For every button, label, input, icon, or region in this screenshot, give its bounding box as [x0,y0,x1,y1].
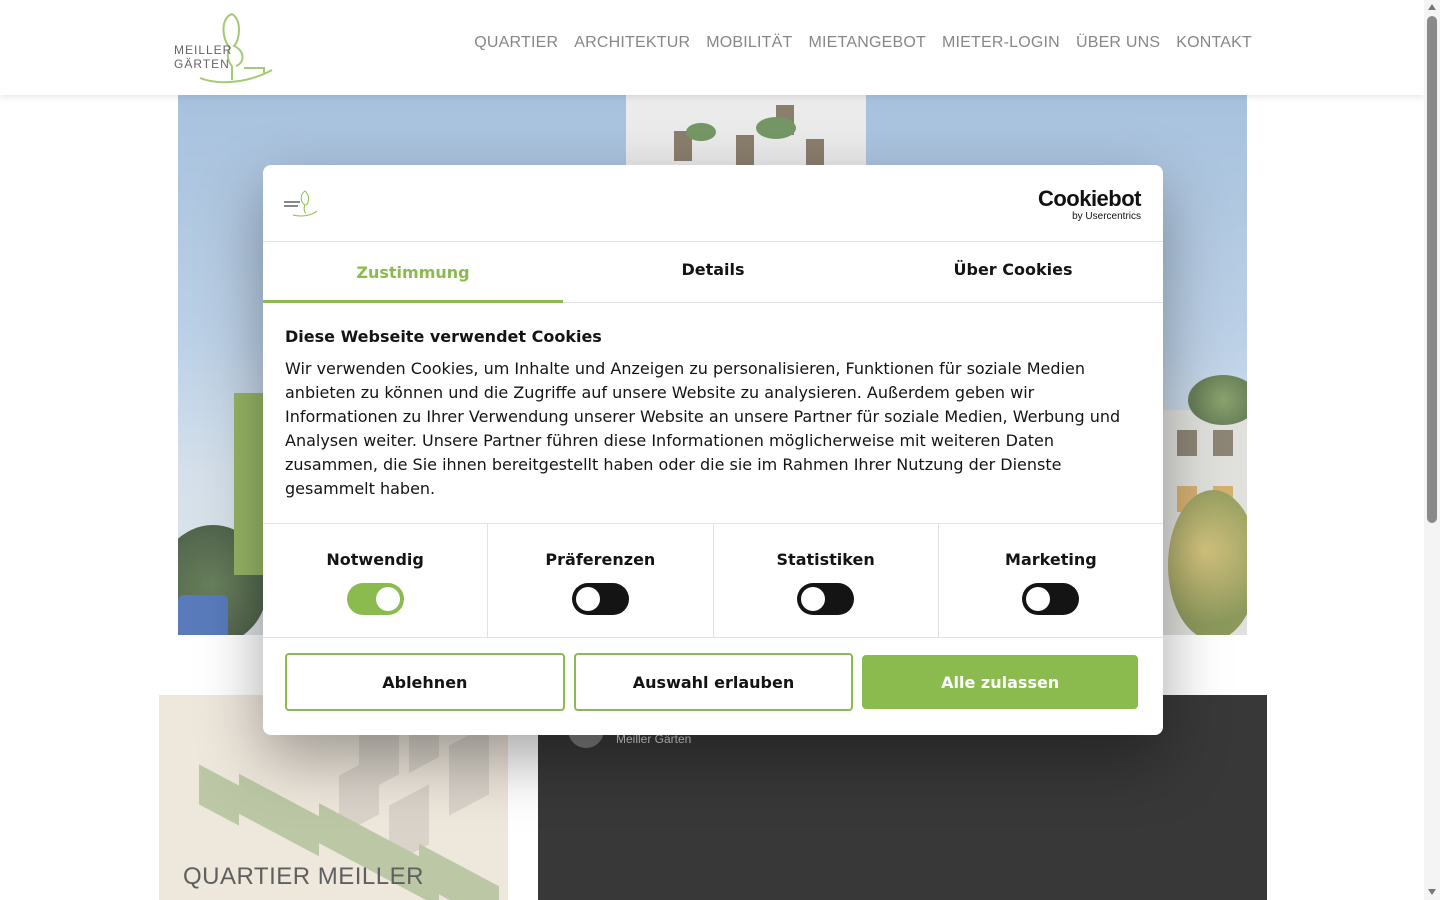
cookie-tabs: Zustimmung Details Über Cookies [263,242,1163,303]
scroll-up-arrow-icon[interactable] [1428,4,1436,10]
cookie-description: Diese Webseite verwendet Cookies Wir ver… [263,303,1163,524]
toggle-praeferenzen[interactable] [571,583,629,615]
toggle-group-statistiken: Statistiken [714,524,939,637]
toggle-label-statistiken: Statistiken [776,550,875,569]
toggle-label-praeferenzen: Präferenzen [545,550,656,569]
toggle-group-notwendig: Notwendig [263,524,489,637]
scroll-down-arrow-icon[interactable] [1428,889,1436,895]
toggle-notwendig[interactable] [346,583,404,615]
cookie-dialog-title: Diese Webseite verwendet Cookies [285,327,602,346]
tab-details[interactable]: Details [563,242,863,302]
page-scrollbar[interactable] [1424,0,1440,900]
cookie-consent-dialog: Cookiebot by Usercentrics Zustimmung Det… [263,165,1163,735]
toggle-knob [575,587,600,611]
site-logo-small-icon [284,190,318,217]
decline-button[interactable]: Ablehnen [285,653,565,711]
toggle-knob [801,587,826,611]
cookie-dialog-text: Wir verwenden Cookies, um Inhalte und An… [285,359,1121,498]
toggle-group-praeferenzen: Präferenzen [488,524,714,637]
cookie-action-buttons: Ablehnen Auswahl erlauben Alle zulassen [263,638,1163,711]
page: MEILLER GÄRTEN QUARTIER ARCHITEKTUR MOBI… [0,0,1440,900]
toggle-statistiken[interactable] [797,583,855,615]
toggle-label-notwendig: Notwendig [326,550,424,569]
allow-selection-button[interactable]: Auswahl erlauben [573,653,854,711]
tab-ueber-cookies[interactable]: Über Cookies [863,242,1163,302]
toggle-label-marketing: Marketing [1005,550,1097,569]
toggle-marketing[interactable] [1022,583,1080,615]
cookie-category-toggles: Notwendig Präferenzen Statistiken Market… [263,524,1163,638]
toggle-knob [1026,587,1051,611]
toggle-knob [375,587,400,611]
tab-zustimmung[interactable]: Zustimmung [263,242,563,303]
cookiebot-logo[interactable]: Cookiebot by Usercentrics [1037,186,1142,223]
toggle-group-marketing: Marketing [939,524,1163,637]
cookie-dialog-header: Cookiebot by Usercentrics [263,165,1163,242]
cookiebot-brand-sub: by Usercentrics [1072,211,1141,222]
scrollbar-thumb[interactable] [1427,16,1437,523]
allow-all-button[interactable]: Alle zulassen [862,655,1139,709]
cookiebot-brand: Cookiebot [1037,186,1142,211]
